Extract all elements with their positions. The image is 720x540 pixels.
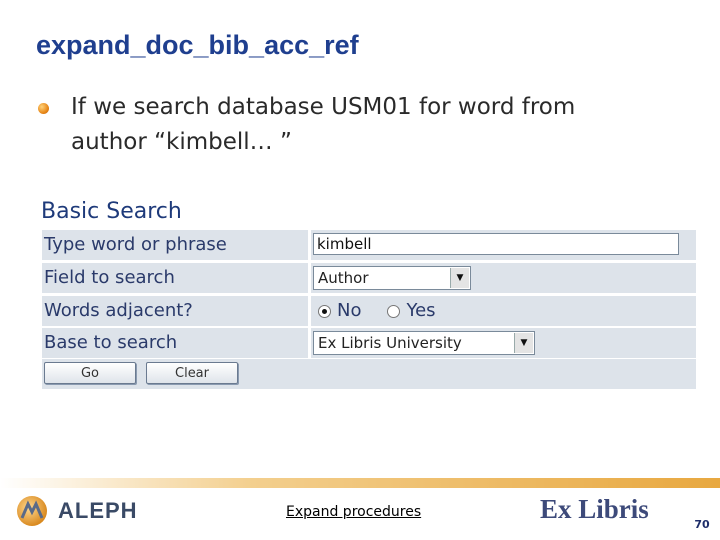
exlibris-logo: Ex Libris — [540, 494, 649, 524]
page-number: 70 — [688, 510, 716, 538]
basic-search-panel: Basic Search Type word or phrase kimbell… — [40, 196, 698, 389]
radio-yes-icon[interactable] — [387, 304, 401, 318]
radio-no-label[interactable]: No — [337, 296, 361, 326]
adjacent-label: Words adjacent? — [44, 300, 193, 321]
word-row: Type word or phrase kimbell — [42, 230, 696, 260]
row-divider — [308, 263, 311, 293]
field-row: Field to search Author ▼ — [42, 263, 696, 293]
adjacent-radio-group: No Yes — [318, 296, 456, 326]
row-divider — [308, 328, 311, 358]
row-divider — [308, 296, 311, 326]
expand-procedures-link[interactable]: Expand procedures — [286, 504, 421, 520]
aleph-logo-icon — [17, 496, 47, 526]
field-label: Field to search — [44, 267, 175, 288]
slide-title: expand_doc_bib_acc_ref — [36, 30, 359, 60]
adjacent-row: Words adjacent? No Yes — [42, 296, 696, 326]
bullet-dot-icon — [38, 103, 49, 114]
dropdown-arrow-icon[interactable]: ▼ — [450, 268, 469, 288]
field-select-value: Author — [318, 269, 369, 287]
footer: ALEPH Expand procedures Ex Libris 70 — [0, 488, 720, 540]
aleph-logo: ALEPH — [14, 494, 137, 528]
go-button[interactable]: Go — [44, 362, 136, 384]
footer-band — [0, 478, 720, 488]
basic-search-title: Basic Search — [41, 199, 182, 224]
field-select[interactable]: Author ▼ — [313, 266, 471, 290]
base-label: Base to search — [44, 332, 178, 353]
clear-button[interactable]: Clear — [146, 362, 238, 384]
base-select[interactable]: Ex Libris University ▼ — [313, 331, 535, 355]
dropdown-arrow-icon[interactable]: ▼ — [514, 333, 533, 353]
button-row: Go Clear — [42, 359, 696, 389]
radio-no-icon[interactable] — [318, 304, 331, 318]
radio-yes-label[interactable]: Yes — [406, 296, 435, 326]
base-select-value: Ex Libris University — [318, 334, 462, 352]
aleph-wordmark: ALEPH — [58, 498, 138, 523]
bullet-text: If we search database USM01 for word fro… — [71, 94, 576, 155]
row-divider — [308, 230, 311, 260]
word-input[interactable]: kimbell — [313, 233, 679, 255]
base-row: Base to search Ex Libris University ▼ — [42, 328, 696, 358]
word-label: Type word or phrase — [44, 234, 227, 255]
